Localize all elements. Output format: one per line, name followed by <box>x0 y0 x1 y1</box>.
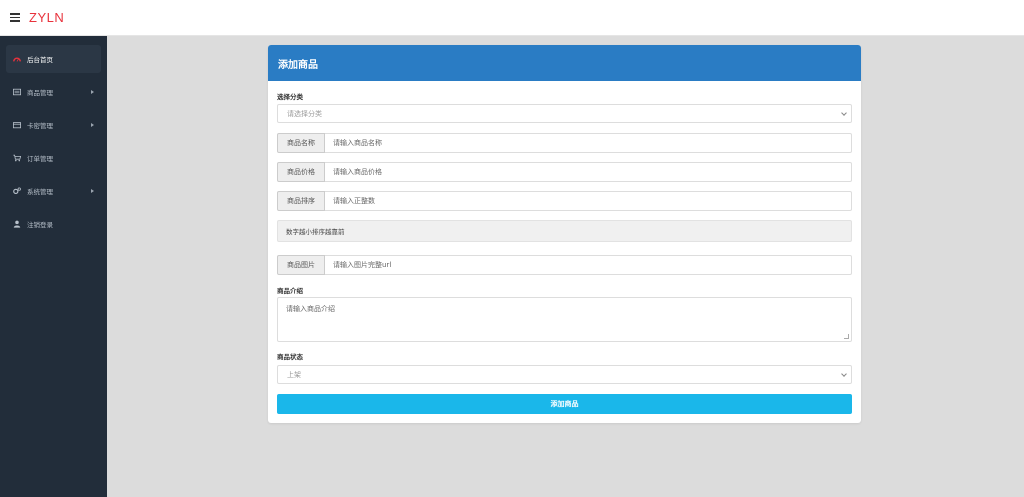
product-name-input[interactable]: 请输入商品名称 <box>325 133 852 153</box>
product-intro-textarea[interactable]: 请输入商品介绍 <box>277 297 852 342</box>
product-sort-group: 商品排序 请输入正整数 <box>277 191 852 211</box>
sidebar-item-label: 商品管理 <box>27 89 53 97</box>
status-select[interactable]: 上架 <box>277 365 852 384</box>
sidebar-item-label: 系统管理 <box>27 188 53 196</box>
sidebar-item-cards[interactable]: 卡密管理 <box>6 111 101 139</box>
status-label: 商品状态 <box>277 353 303 361</box>
category-select[interactable]: 请选择分类 <box>277 104 852 123</box>
sidebar-item-dashboard[interactable]: 后台首页 <box>6 45 101 73</box>
sidebar: 后台首页 商品管理 卡密管理 订单管理 系统管理 注销登录 <box>0 36 107 497</box>
sidebar-item-orders[interactable]: 订单管理 <box>6 144 101 172</box>
product-intro-placeholder: 请输入商品介绍 <box>286 305 335 313</box>
product-price-addon: 商品价格 <box>277 162 325 182</box>
sidebar-item-products[interactable]: 商品管理 <box>6 78 101 106</box>
list-icon <box>12 88 21 97</box>
intro-label: 商品介绍 <box>277 287 303 295</box>
chevron-down-icon <box>841 110 847 116</box>
status-select-value: 上架 <box>287 370 301 379</box>
product-sort-input[interactable]: 请输入正整数 <box>325 191 852 211</box>
product-name-group: 商品名称 请输入商品名称 <box>277 133 852 153</box>
product-image-addon: 商品图片 <box>277 255 325 275</box>
add-product-card: 添加商品 选择分类 请选择分类 商品名称 请输入商品名称 商品价格 请输入商品价… <box>268 45 861 423</box>
sidebar-item-label: 订单管理 <box>27 155 53 163</box>
add-product-button[interactable]: 添加商品 <box>277 394 852 414</box>
brand-logo: ZYLN <box>29 10 65 25</box>
product-image-input[interactable]: 请输入图片完整url <box>325 255 852 275</box>
top-bar: ZYLN <box>0 0 1024 36</box>
chevron-down-icon <box>841 371 847 377</box>
sidebar-item-system[interactable]: 系统管理 <box>6 177 101 205</box>
gears-icon <box>12 187 21 196</box>
sidebar-item-logout[interactable]: 注销登录 <box>6 210 101 238</box>
caret-right-icon <box>91 90 94 94</box>
sidebar-item-label: 卡密管理 <box>27 122 53 130</box>
cart-icon <box>12 154 21 163</box>
main-content: 添加商品 选择分类 请选择分类 商品名称 请输入商品名称 商品价格 请输入商品价… <box>107 36 1024 497</box>
product-sort-addon: 商品排序 <box>277 191 325 211</box>
caret-right-icon <box>91 123 94 127</box>
sort-hint: 数字越小排序越靠前 <box>277 220 852 242</box>
product-price-group: 商品价格 请输入商品价格 <box>277 162 852 182</box>
hamburger-menu-icon[interactable] <box>10 13 20 22</box>
caret-right-icon <box>91 189 94 193</box>
product-price-input[interactable]: 请输入商品价格 <box>325 162 852 182</box>
card-icon <box>12 121 21 130</box>
product-name-addon: 商品名称 <box>277 133 325 153</box>
card-title: 添加商品 <box>268 45 861 81</box>
category-select-value: 请选择分类 <box>287 109 322 118</box>
product-image-group: 商品图片 请输入图片完整url <box>277 255 852 275</box>
category-label: 选择分类 <box>277 93 303 101</box>
resize-handle-icon[interactable] <box>844 334 849 339</box>
user-icon <box>12 220 21 229</box>
dashboard-icon <box>12 55 21 64</box>
sidebar-item-label: 注销登录 <box>27 221 53 229</box>
sidebar-item-label: 后台首页 <box>27 56 53 64</box>
